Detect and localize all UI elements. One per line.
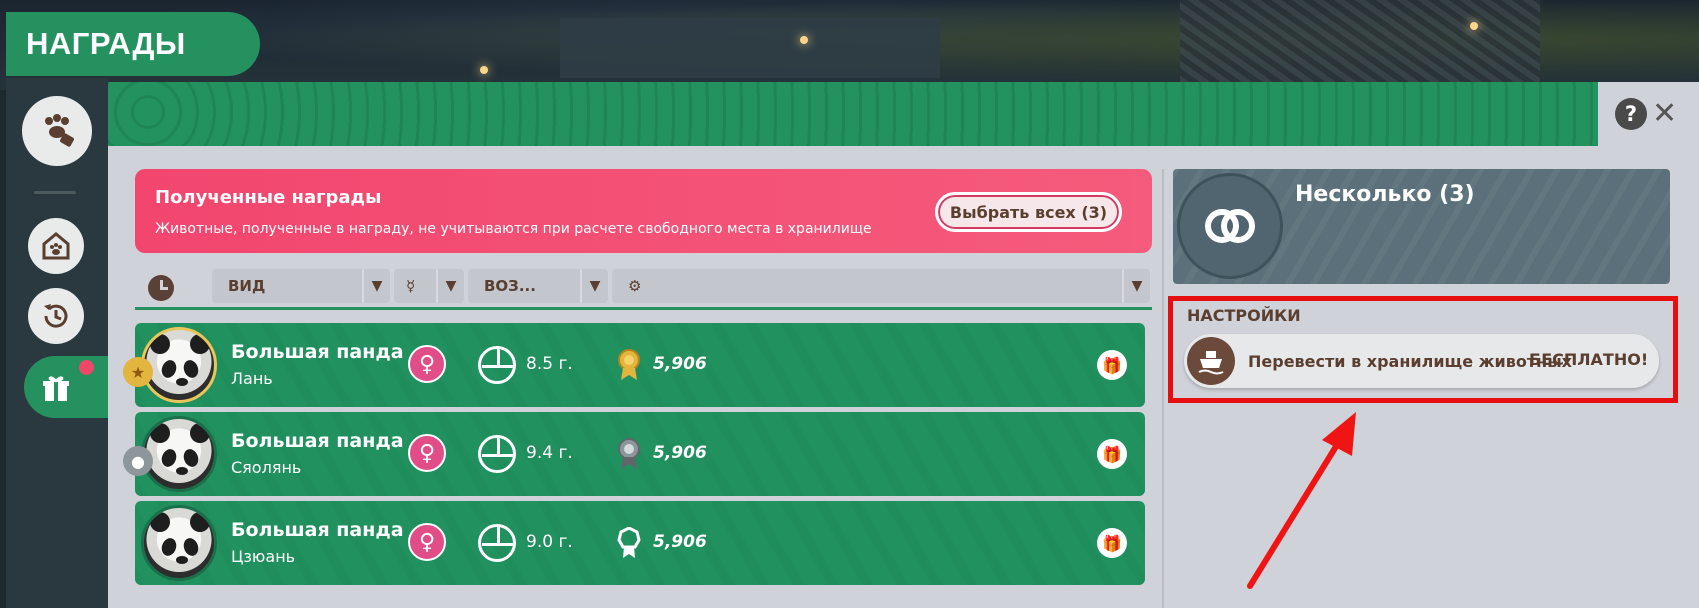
scene-light: [800, 36, 808, 44]
female-icon: ♀: [408, 523, 446, 561]
species-name: Большая панда: [231, 430, 404, 452]
species-name: Большая панда: [231, 341, 404, 363]
table-row[interactable]: Большая панда Цзюань ♀ 9.0 г. 5,906 🎁: [135, 501, 1145, 585]
banner-subtitle: Животные, полученные в награду, не учиты…: [155, 221, 872, 237]
rewards-button[interactable]: [28, 360, 84, 416]
funnel-icon[interactable]: ▼: [362, 269, 390, 303]
species-filter[interactable]: ВИД ▼: [212, 269, 390, 303]
history-icon: [44, 304, 68, 328]
scene-light: [1470, 22, 1478, 30]
animal-name: Цзюань: [231, 547, 296, 566]
sidebar-separator: [34, 191, 76, 194]
animal-avatar: [141, 416, 217, 492]
sex-symbol-icon: ☿: [406, 277, 416, 295]
funnel-icon[interactable]: ▼: [580, 269, 608, 303]
window-title: НАГРАДЫ: [6, 12, 260, 76]
species-filter-label: ВИД: [228, 277, 266, 295]
panel-divider: [1162, 169, 1164, 608]
selection-title: Несколько (3): [1295, 182, 1475, 207]
paw-tag-icon: [45, 114, 74, 147]
highlight-box: [1168, 296, 1678, 403]
multiple-selection-icon: [1177, 173, 1283, 279]
animal-avatar: [141, 505, 217, 581]
gift-icon: [43, 376, 69, 401]
female-icon: ♀: [408, 434, 446, 472]
age-icon: [478, 346, 516, 384]
notification-badge: [79, 360, 94, 375]
table-row[interactable]: ★ Большая панда Лань ♀ 8.5 г. 5,906 🎁: [123, 323, 1145, 407]
funnel-icon[interactable]: ▼: [436, 269, 464, 303]
award-value: 5,906: [653, 443, 707, 463]
house-paw-icon: [42, 232, 70, 260]
age-filter[interactable]: ВОЗ... ▼: [468, 269, 608, 303]
silver-award-icon: [618, 438, 640, 469]
age-filter-label: ВОЗ...: [484, 277, 536, 295]
table-row[interactable]: ● Большая панда Сяолянь ♀ 9.4 г. 5,906 🎁: [123, 412, 1145, 496]
clock-icon[interactable]: [148, 275, 174, 301]
award-filter[interactable]: ⚙ ▼: [612, 269, 1150, 303]
history-button[interactable]: [28, 288, 84, 344]
scene-roof: [1180, 0, 1540, 90]
gift-icon[interactable]: 🎁: [1097, 350, 1127, 380]
female-icon: ♀: [408, 345, 446, 383]
age-icon: [478, 524, 516, 562]
close-button[interactable]: ✕: [1652, 96, 1677, 132]
age-icon: [478, 435, 516, 473]
gold-medal-icon: ★: [123, 357, 153, 387]
panel-controls: [1598, 82, 1699, 146]
age-value: 8.5 г.: [526, 354, 573, 374]
gift-icon[interactable]: 🎁: [1097, 439, 1127, 469]
habitat-button[interactable]: [28, 218, 84, 274]
plain-award-icon: [617, 527, 641, 558]
gift-icon[interactable]: 🎁: [1097, 528, 1127, 558]
age-value: 9.4 г.: [526, 443, 573, 463]
silver-medal-icon: ●: [123, 446, 153, 476]
award-filter-icon: ⚙: [628, 277, 642, 295]
header-underline: [135, 307, 1152, 310]
help-button[interactable]: ?: [1615, 98, 1647, 130]
scene-wall: [560, 18, 940, 78]
gold-award-icon: [618, 349, 640, 380]
animal-name: Сяолянь: [231, 458, 302, 477]
species-name: Большая панда: [231, 519, 404, 541]
scene-light: [480, 66, 488, 74]
animal-avatar: [141, 327, 217, 403]
banner-title: Полученные награды: [155, 187, 382, 208]
panel-header: [108, 82, 1598, 146]
sex-filter[interactable]: ☿ ▼: [394, 269, 464, 303]
age-value: 9.0 г.: [526, 532, 573, 552]
select-all-button[interactable]: Выбрать всех (3): [935, 192, 1122, 232]
award-value: 5,906: [653, 354, 707, 374]
animals-button[interactable]: [22, 96, 92, 166]
award-value: 5,906: [653, 532, 707, 552]
funnel-icon[interactable]: ▼: [1122, 269, 1150, 303]
animal-name: Лань: [231, 369, 273, 388]
